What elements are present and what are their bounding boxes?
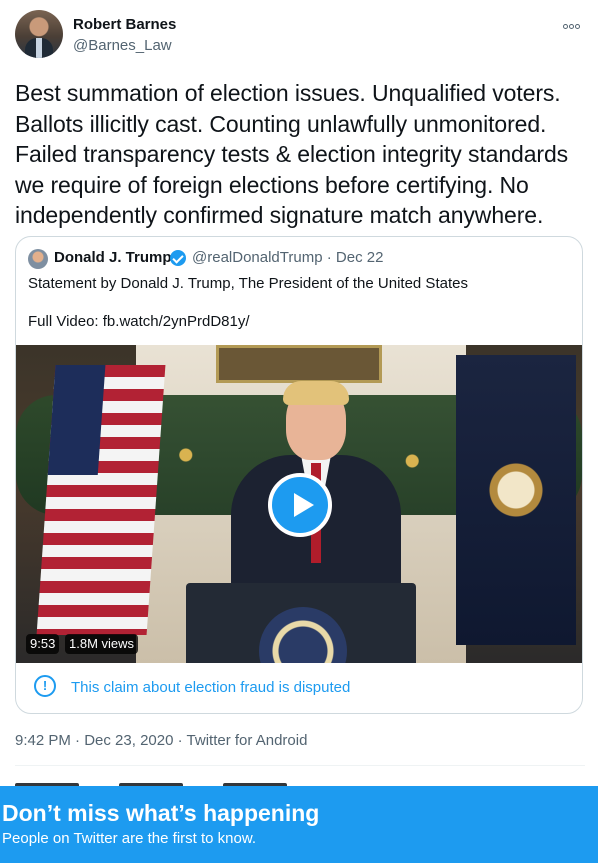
quote-separator: · (326, 249, 332, 266)
tweet-time[interactable]: 9:42 PM (15, 732, 71, 749)
tweet-timestamp: 9:42 PM · Dec 23, 2020 · Twitter for And… (15, 732, 307, 749)
quote-text-line1: Statement by Donald J. Trump, The Presid… (28, 275, 468, 292)
quote-author-handle: @realDonaldTrump (192, 249, 323, 266)
video-player[interactable]: 9:53 1.8M views (16, 345, 582, 663)
divider (15, 765, 585, 766)
disputed-notice[interactable]: ! This claim about election fraud is dis… (16, 663, 582, 713)
signup-banner: Don’t miss what’s happening People on Tw… (0, 786, 598, 863)
author-name[interactable]: Robert Barnes (73, 16, 176, 33)
timestamp-separator-2: · (177, 732, 183, 749)
verified-icon (170, 250, 186, 266)
tweet-header: Robert Barnes @Barnes_Law (15, 10, 585, 62)
quoted-tweet[interactable]: Donald J. Trump @realDonaldTrump · Dec 2… (15, 236, 583, 714)
author-avatar[interactable] (15, 10, 63, 58)
author-handle[interactable]: @Barnes_Law (73, 37, 172, 54)
quote-text-line2: Full Video: fb.watch/2ynPrdD81y/ (28, 313, 250, 330)
disputed-text[interactable]: This claim about election fraud is dispu… (71, 679, 350, 696)
more-icon[interactable] (563, 16, 581, 29)
video-flag-seal (486, 455, 546, 525)
quote-date: Dec 22 (335, 249, 384, 266)
quote-author-name: Donald J. Trump (54, 249, 172, 266)
timestamp-separator-1: · (75, 732, 81, 749)
play-icon (294, 493, 314, 517)
banner-title: Don’t miss what’s happening (2, 800, 320, 826)
quote-author-avatar (28, 249, 48, 269)
video-duration: 9:53 (26, 634, 60, 654)
banner-subtitle: People on Twitter are the first to know. (2, 830, 257, 847)
video-views: 1.8M views (65, 634, 139, 654)
play-button[interactable] (268, 473, 332, 537)
video-us-flag (36, 365, 166, 635)
avatar-shirt (36, 38, 42, 58)
video-portrait (216, 345, 382, 383)
quote-meta: @realDonaldTrump · Dec 22 (192, 249, 383, 266)
tweet-text: Best summation of election issues. Unqua… (15, 80, 569, 228)
tweet-date[interactable]: Dec 23, 2020 (84, 732, 173, 749)
info-icon: ! (34, 675, 56, 697)
tweet-source[interactable]: Twitter for Android (187, 732, 308, 749)
